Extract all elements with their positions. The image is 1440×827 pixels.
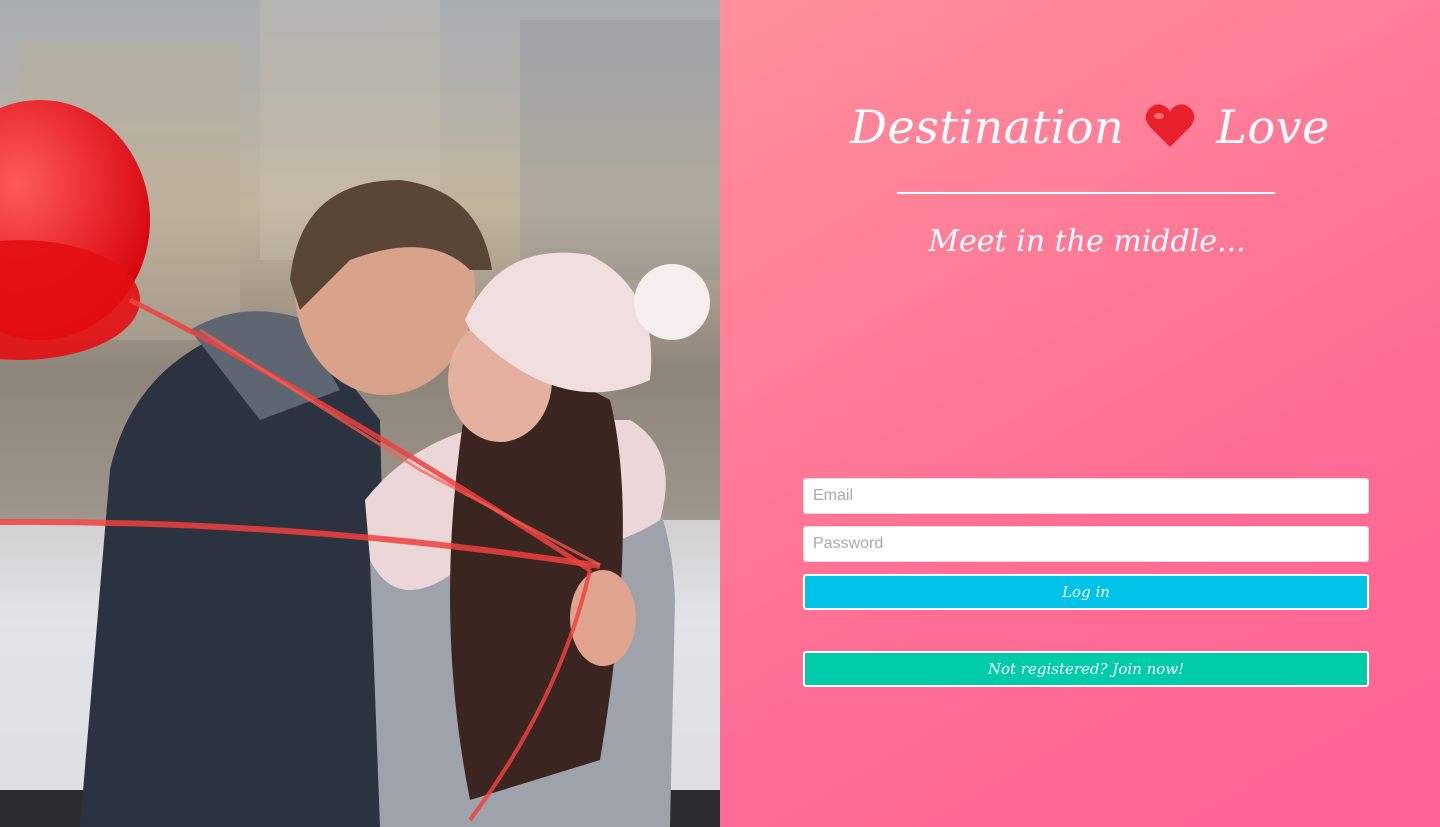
login-panel: Destination Love Meet in the middle... L… <box>720 0 1440 827</box>
heart-icon <box>1145 103 1195 160</box>
email-input[interactable] <box>803 478 1369 514</box>
tagline: Meet in the middle... <box>928 224 1246 259</box>
hero-photo-couple <box>0 0 720 827</box>
brand-title-part1: Destination <box>850 100 1125 154</box>
login-page: Destination Love Meet in the middle... L… <box>0 0 1440 827</box>
title-divider <box>897 192 1275 194</box>
brand-title: Destination Love <box>720 100 1440 160</box>
password-input[interactable] <box>803 526 1369 562</box>
login-form: Log in Not registered? Join now! <box>803 478 1369 687</box>
login-button[interactable]: Log in <box>803 574 1369 610</box>
brand-title-part2: Love <box>1216 100 1330 154</box>
join-now-button[interactable]: Not registered? Join now! <box>803 651 1369 687</box>
couple-with-balloons-illustration <box>0 0 720 827</box>
